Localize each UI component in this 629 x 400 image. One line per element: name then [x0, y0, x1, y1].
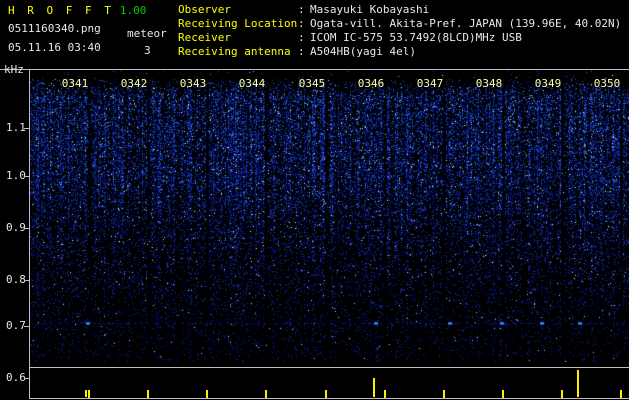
- app-title: H R O F F T 1.00: [8, 4, 146, 17]
- hrofft-window: H R O F F T 1.00 0511160340.png meteor 05…: [0, 0, 629, 400]
- minute-tick: [265, 390, 267, 398]
- freq-tick-mark: [24, 280, 29, 281]
- info-separator: :: [298, 31, 305, 44]
- minute-tick: [443, 390, 445, 398]
- info-row-antenna: Receiving antenna : A504HB(yagi 4el): [178, 45, 626, 59]
- time-label: 0348: [475, 77, 503, 90]
- info-value: ICOM IC-575 53.7492(8LCD)MHz USB: [310, 31, 522, 44]
- info-row-observer: Observer : Masayuki Kobayashi: [178, 3, 626, 17]
- time-label: 0346: [357, 77, 385, 90]
- info-value: Ogata-vill. Akita-Pref. JAPAN (139.96E, …: [310, 17, 622, 30]
- minute-tick: [325, 390, 327, 398]
- info-value: A504HB(yagi 4el): [310, 45, 416, 58]
- time-label: 0342: [120, 77, 148, 90]
- info-label: Receiving Location: [178, 17, 298, 30]
- minute-tick: [620, 390, 622, 398]
- minute-tick: [88, 390, 90, 398]
- time-label: 0341: [61, 77, 89, 90]
- info-separator: :: [298, 17, 305, 30]
- time-label: 0343: [179, 77, 207, 90]
- time-label: 0344: [238, 77, 266, 90]
- time-label: 0349: [534, 77, 562, 90]
- freq-tick-mark: [24, 128, 29, 129]
- freq-tick-mark: [24, 378, 29, 379]
- spectrogram-canvas: [30, 70, 629, 362]
- mode-label: meteor: [127, 27, 167, 40]
- minute-tick: [384, 390, 386, 398]
- minute-tick: [147, 390, 149, 398]
- observation-datetime: 05.11.16 03:40: [8, 41, 101, 54]
- minute-tick: [561, 390, 563, 398]
- time-label: 0350: [593, 77, 621, 90]
- meteor-echo-spike: [373, 378, 375, 397]
- freq-axis-unit-label: kHz: [4, 63, 24, 76]
- time-label: 0345: [298, 77, 326, 90]
- info-label: Receiving antenna: [178, 45, 291, 58]
- freq-tick-mark: [24, 326, 29, 327]
- plot-bottom-border: [29, 398, 629, 399]
- app-version: 1.00: [119, 4, 147, 17]
- meteor-count: 3: [144, 44, 151, 57]
- info-label: Receiver: [178, 31, 231, 44]
- level-graph-inner-line: [29, 367, 629, 368]
- minute-tick: [502, 390, 504, 398]
- app-name: H R O F F T: [8, 4, 114, 17]
- freq-tick-mark: [24, 176, 29, 177]
- output-filename: 0511160340.png: [8, 22, 101, 35]
- info-row-receiver: Receiver : ICOM IC-575 53.7492(8LCD)MHz …: [178, 31, 626, 45]
- time-label: 0347: [416, 77, 444, 90]
- station-info-block: Observer : Masayuki Kobayashi Receiving …: [178, 3, 626, 59]
- minute-tick: [206, 390, 208, 398]
- info-separator: :: [298, 45, 305, 58]
- meteor-echo-spike: [85, 390, 87, 397]
- info-row-location: Receiving Location : Ogata-vill. Akita-P…: [178, 17, 626, 31]
- meteor-echo-spike: [577, 370, 579, 397]
- info-label: Observer: [178, 3, 231, 16]
- freq-tick-mark: [24, 228, 29, 229]
- info-value: Masayuki Kobayashi: [310, 3, 430, 16]
- info-separator: :: [298, 3, 305, 16]
